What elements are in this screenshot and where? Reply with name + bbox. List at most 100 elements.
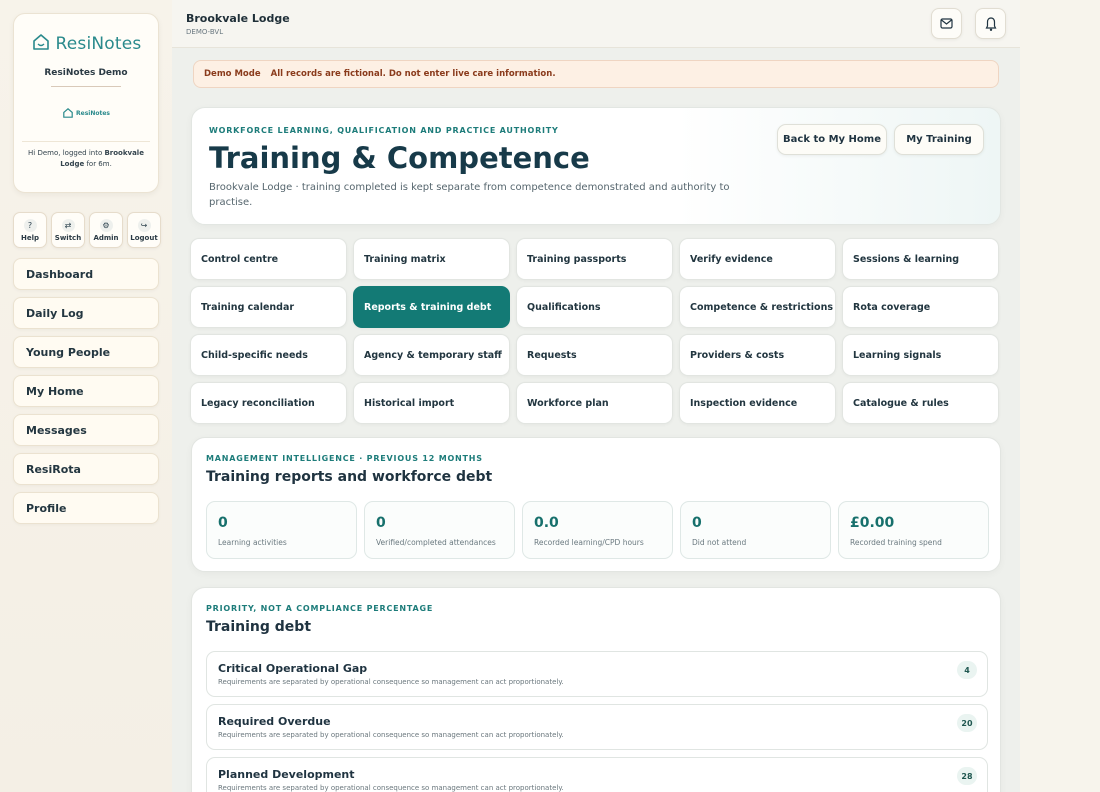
stat-value: £0.00 — [850, 515, 895, 531]
login-suffix: for 6m. — [84, 160, 112, 168]
switch-icon: ⇄ — [61, 218, 75, 232]
mini-logo-text: ResiNotes — [76, 109, 110, 117]
debt-item-required-overdue[interactable]: Required Overdue Requirements are separa… — [206, 704, 988, 750]
tab-qualifications[interactable]: Qualifications — [516, 286, 673, 328]
stat-label: Learning activities — [218, 538, 287, 547]
debt-item-title: Critical Operational Gap — [218, 662, 368, 675]
tab-learning-signals[interactable]: Learning signals — [842, 334, 999, 376]
tab-verify-evidence[interactable]: Verify evidence — [679, 238, 836, 280]
nav-my-home[interactable]: My Home — [13, 375, 159, 407]
page-title: Training & Competence — [209, 141, 590, 175]
stat-value: 0 — [376, 515, 386, 531]
tab-sessions-learning[interactable]: Sessions & learning — [842, 238, 999, 280]
messages-button[interactable] — [931, 8, 962, 39]
logout-icon: ↪ — [137, 218, 151, 232]
my-training-button[interactable]: My Training — [894, 124, 984, 155]
help-label: Help — [20, 233, 40, 242]
page-description: Brookvale Lodge · training completed is … — [209, 182, 730, 208]
logout-button[interactable]: ↪ Logout — [127, 212, 161, 248]
stat-label: Recorded training spend — [850, 538, 942, 547]
nav-messages[interactable]: Messages — [13, 414, 159, 446]
reports-title: Training reports and workforce debt — [206, 469, 493, 485]
debt-item-description: Requirements are separated by operationa… — [218, 731, 564, 739]
demo-mode-title: Demo Mode — [204, 69, 261, 79]
page-header: WORKFORCE LEARNING, QUALIFICATION AND PR… — [191, 107, 1001, 225]
report-stats: 0 Learning activities 0 Verified/complet… — [206, 501, 989, 559]
debt-item-critical-operational-gap[interactable]: Critical Operational Gap Requirements ar… — [206, 651, 988, 697]
stat-value: 0.0 — [534, 515, 559, 531]
notifications-button[interactable] — [975, 8, 1006, 39]
tab-competence-restrictions[interactable]: Competence & restrictions — [679, 286, 836, 328]
stat-label: Recorded learning/CPD hours — [534, 538, 644, 547]
tab-rota-coverage[interactable]: Rota coverage — [842, 286, 999, 328]
nav-resirota[interactable]: ResiRota — [13, 453, 159, 485]
debt-item-planned-development[interactable]: Planned Development Requirements are sep… — [206, 757, 988, 792]
tab-agency-temporary-staff[interactable]: Agency & temporary staff — [353, 334, 510, 376]
tab-inspection-evidence[interactable]: Inspection evidence — [679, 382, 836, 424]
debt-count-badge: 20 — [957, 714, 977, 732]
debt-item-title: Required Overdue — [218, 715, 331, 728]
main-nav: Dashboard Daily Log Young People My Home… — [13, 258, 159, 531]
reports-kicker: MANAGEMENT INTELLIGENCE · PREVIOUS 12 MO… — [206, 454, 483, 463]
login-prefix: Hi Demo, logged into — [28, 149, 105, 157]
stat-cpd-hours: 0.0 Recorded learning/CPD hours — [522, 501, 673, 559]
tab-training-matrix[interactable]: Training matrix — [353, 238, 510, 280]
admin-label: Admin — [93, 233, 119, 242]
brand-card: ResiNotes ResiNotes Demo ResiNotes Hi De… — [13, 13, 159, 193]
help-icon: ? — [23, 218, 37, 232]
tab-reports-training-debt[interactable]: Reports & training debt — [353, 286, 510, 328]
stat-label: Did not attend — [692, 538, 747, 547]
training-reports-card: MANAGEMENT INTELLIGENCE · PREVIOUS 12 MO… — [191, 437, 1001, 572]
home-code: DEMO-BVL — [186, 28, 224, 36]
home-name: Brookvale Lodge — [186, 12, 290, 25]
tab-providers-costs[interactable]: Providers & costs — [679, 334, 836, 376]
nav-profile[interactable]: Profile — [13, 492, 159, 524]
brand-logo[interactable]: ResiNotes — [14, 32, 158, 56]
switch-label: Switch — [54, 233, 82, 242]
nav-dashboard[interactable]: Dashboard — [13, 258, 159, 290]
nav-daily-log[interactable]: Daily Log — [13, 297, 159, 329]
tab-control-centre[interactable]: Control centre — [190, 238, 347, 280]
top-bar: Brookvale Lodge DEMO-BVL — [172, 0, 1020, 48]
tab-legacy-reconciliation[interactable]: Legacy reconciliation — [190, 382, 347, 424]
stat-value: 0 — [692, 515, 702, 531]
tab-child-specific-needs[interactable]: Child-specific needs — [190, 334, 347, 376]
back-to-my-home-button[interactable]: Back to My Home — [777, 124, 887, 155]
tab-catalogue-rules[interactable]: Catalogue & rules — [842, 382, 999, 424]
switch-button[interactable]: ⇄ Switch — [51, 212, 85, 248]
mail-icon — [940, 18, 953, 29]
tab-requests[interactable]: Requests — [516, 334, 673, 376]
brand-name: ResiNotes — [55, 34, 142, 54]
stat-learning-activities: 0 Learning activities — [206, 501, 357, 559]
stat-verified-attendances: 0 Verified/completed attendances — [364, 501, 515, 559]
page-kicker: WORKFORCE LEARNING, QUALIFICATION AND PR… — [209, 126, 559, 135]
brand-divider — [51, 86, 121, 87]
debt-title: Training debt — [206, 619, 312, 635]
debt-item-description: Requirements are separated by operationa… — [218, 784, 564, 792]
tab-workforce-plan[interactable]: Workforce plan — [516, 382, 673, 424]
main-content: Brookvale Lodge DEMO-BVL Demo Mode All r… — [172, 0, 1020, 792]
debt-item-description: Requirements are separated by operationa… — [218, 678, 564, 686]
organisation-name: ResiNotes Demo — [44, 68, 128, 78]
tab-training-calendar[interactable]: Training calendar — [190, 286, 347, 328]
gear-icon: ⚙ — [99, 218, 113, 232]
training-debt-card: PRIORITY, NOT A COMPLIANCE PERCENTAGE Tr… — [191, 587, 1001, 792]
login-status: Hi Demo, logged into Brookvale Lodge for… — [22, 141, 150, 170]
debt-count-badge: 28 — [957, 767, 977, 785]
stat-label: Verified/completed attendances — [376, 538, 496, 547]
admin-button[interactable]: ⚙ Admin — [89, 212, 123, 248]
right-margin — [1020, 0, 1100, 792]
debt-count-badge: 4 — [957, 661, 977, 679]
mini-house-icon — [63, 108, 73, 118]
debt-kicker: PRIORITY, NOT A COMPLIANCE PERCENTAGE — [206, 604, 434, 613]
tab-training-passports[interactable]: Training passports — [516, 238, 673, 280]
organisation-logo: ResiNotes — [14, 107, 158, 119]
sidebar: ResiNotes ResiNotes Demo ResiNotes Hi De… — [0, 0, 172, 792]
quick-tools: ? Help ⇄ Switch ⚙ Admin ↪ Logout — [13, 212, 161, 248]
nav-young-people[interactable]: Young People — [13, 336, 159, 368]
help-button[interactable]: ? Help — [13, 212, 47, 248]
bell-icon — [985, 16, 996, 31]
debt-list: Critical Operational Gap Requirements ar… — [206, 651, 988, 792]
tab-historical-import[interactable]: Historical import — [353, 382, 510, 424]
section-tabs: Control centre Training matrix Training … — [190, 238, 1002, 424]
